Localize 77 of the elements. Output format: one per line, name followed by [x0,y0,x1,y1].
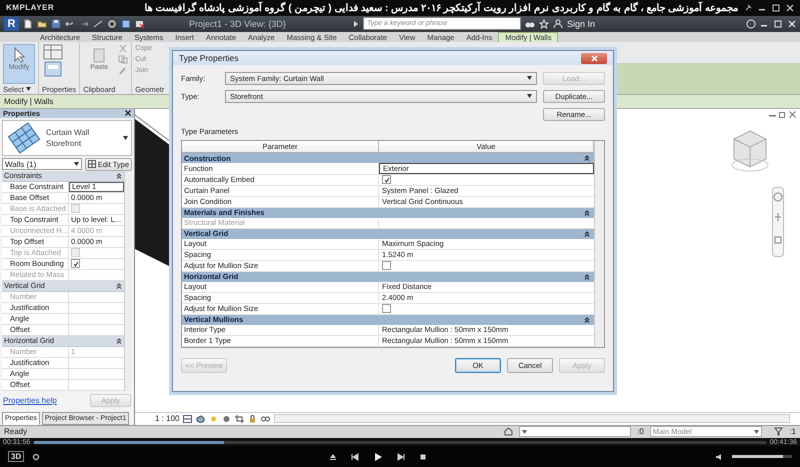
folder-icon[interactable] [37,18,47,29]
horizontal-scrollbar[interactable] [274,414,790,424]
play-icon[interactable] [372,452,383,462]
checkbox[interactable] [382,304,391,314]
dropdown-arrow-icon [123,136,128,140]
checkmark-icon [384,176,390,183]
close-icon[interactable] [786,4,794,12]
cursor-icon [12,47,26,64]
collapse-icon[interactable] [584,210,590,216]
dropdown-arrow-icon [527,94,532,98]
eject-icon[interactable] [328,452,337,461]
sign-in-link[interactable]: Sign In [567,18,596,29]
shadows-icon[interactable] [222,414,232,423]
type-selector[interactable]: Curtain Wall Storefront [2,120,132,156]
pick-count: :0 [637,427,644,436]
save-icon[interactable] [51,18,61,29]
dropdown-arrow-icon [527,76,532,80]
view-scale[interactable]: 1 : 100 [155,414,180,424]
redo-icon[interactable] [79,18,89,29]
speaker-icon[interactable] [715,452,724,461]
collapse-icon[interactable] [116,282,122,289]
grid-icon [88,160,96,168]
close-views-icon[interactable] [135,18,145,29]
checkbox[interactable] [382,261,391,270]
type-properties-icon[interactable] [42,44,64,60]
clipboard-icon [93,47,106,64]
glasses-icon[interactable] [261,414,270,423]
filter-icon[interactable] [774,427,784,436]
scrollbar[interactable] [124,170,132,391]
context-label: Modify | Walls [4,97,54,106]
expand-arrow-icon[interactable] [353,20,359,28]
properties-icon[interactable] [42,61,64,78]
checkbox[interactable] [382,175,391,184]
app-logo[interactable]: R [4,16,19,31]
undo-icon[interactable] [65,18,75,29]
dropdown-arrow-icon[interactable] [26,87,31,92]
stop-icon[interactable] [418,452,427,461]
help-link[interactable]: Properties help [3,396,57,405]
navigation-bar[interactable] [772,186,784,257]
worksets-icon[interactable] [504,427,513,436]
checkbox[interactable] [71,259,80,268]
window-title: مجموعه آموزشی جامع ، گام به گام و کاربردی نرم افزار رویت آرکیتکچر ۲۰۱۶ مدرس : سعید فدایی ( تیچرمن ) گروه آموزشی پادشاه گرافیست ها [144,2,738,14]
collapse-icon[interactable] [584,155,590,162]
collapse-icon[interactable] [584,316,590,323]
previous-icon[interactable] [350,452,359,461]
close-icon[interactable] [125,110,131,116]
close-icon[interactable] [789,110,796,118]
category-dropdown[interactable]: Walls (1) [2,158,82,170]
filter-count: :1 [789,427,796,436]
pin-icon[interactable] [744,4,752,12]
collapse-icon[interactable] [116,338,122,344]
seek-bar[interactable] [34,440,766,444]
app-brand: KMPLAYER [6,3,54,12]
close-icon [590,54,598,62]
checkmark-icon [72,260,78,267]
new-file-icon[interactable] [23,18,33,29]
next-icon[interactable] [396,452,405,461]
dropdown-arrow-icon [522,430,527,434]
collapse-icon[interactable] [584,230,590,237]
thin-lines-icon[interactable] [121,18,131,29]
curtain-wall-icon [6,122,42,154]
dropdown-arrow-icon [74,162,79,166]
detail-level-icon[interactable] [183,414,192,423]
3d-toggle[interactable]: 3D [8,451,24,462]
dialog-title: Type Properties [179,53,239,63]
document-title: Project1 - 3D View: {3D} [189,18,287,29]
lock-icon[interactable] [248,414,258,423]
collapse-icon[interactable] [116,172,122,179]
crop-icon[interactable] [235,414,244,423]
star-icon[interactable] [539,18,549,29]
scrollbar[interactable] [594,141,604,347]
close-button[interactable] [581,52,607,64]
dropdown-arrow-icon [754,430,760,434]
collapse-icon[interactable] [584,274,590,280]
user-icon[interactable] [553,18,563,29]
status-text: Ready [4,427,28,436]
restore-icon[interactable] [779,110,786,118]
